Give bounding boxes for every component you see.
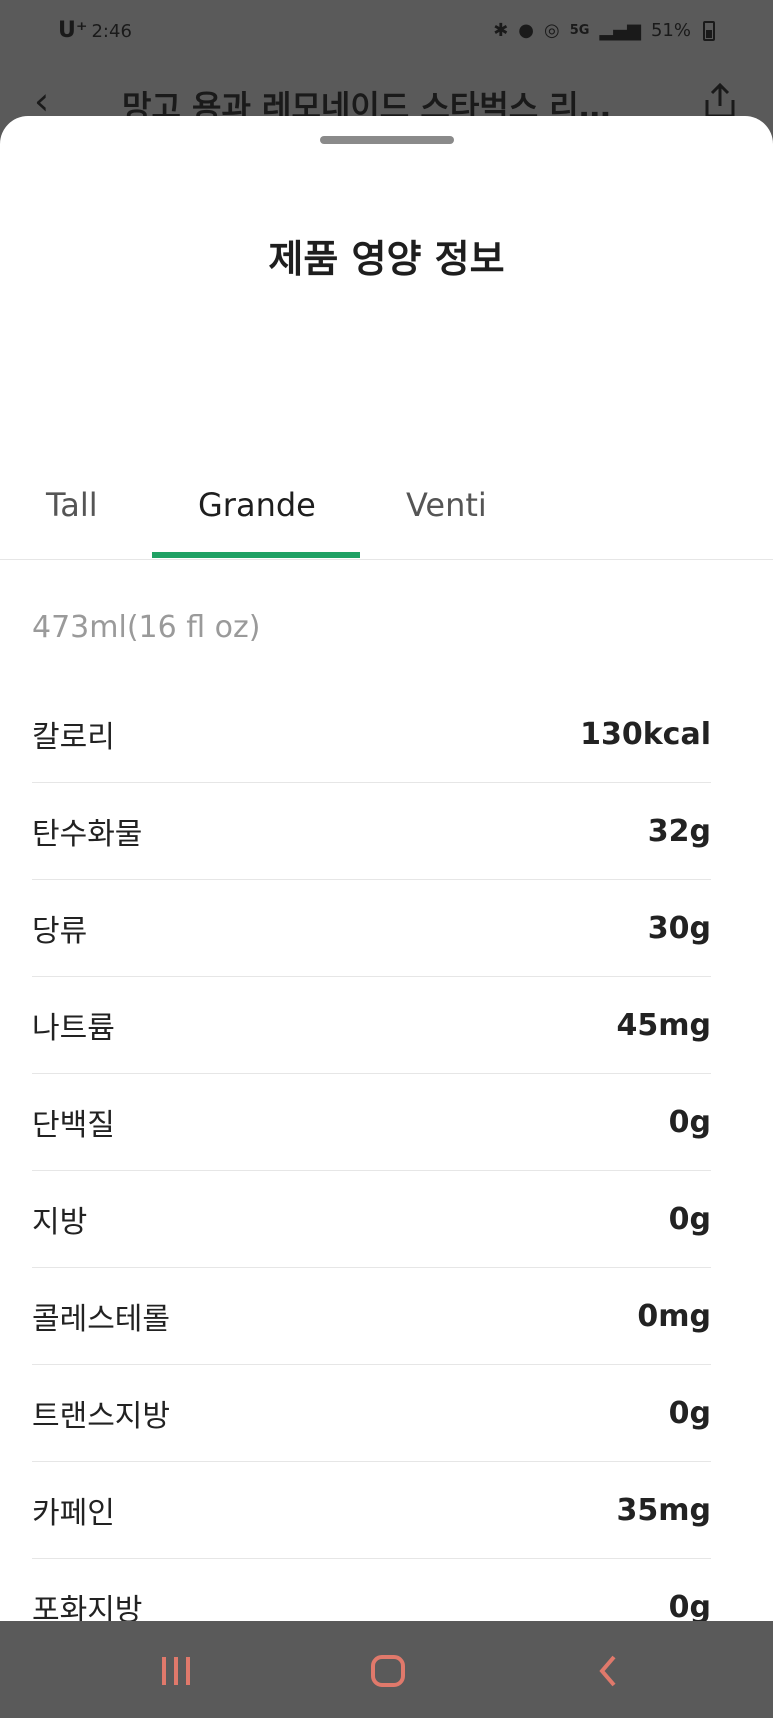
home-button[interactable] — [366, 1649, 410, 1693]
sheet-title: 제품 영양 정보 — [268, 237, 505, 281]
nutrient-label: 당류 — [32, 914, 88, 949]
serving-size: 473ml(16 fl oz) — [32, 610, 261, 645]
system-nav-bar — [0, 1621, 773, 1718]
nutrition-row-calories: 칼로리 130kcal — [32, 686, 711, 783]
location-icon: ● — [518, 20, 535, 41]
recent-apps-button[interactable] — [154, 1649, 198, 1693]
nutrition-row-trans-fat: 트랜스지방 0g — [32, 1365, 711, 1462]
nutrition-row-carbohydrate: 탄수화물 32g — [32, 783, 711, 880]
back-button[interactable] — [586, 1649, 630, 1693]
bluetooth-icon: ✱ — [493, 20, 509, 41]
battery-icon — [703, 20, 715, 41]
recent-apps-icon — [162, 1657, 190, 1685]
signal-icon: ▂▄▆ — [599, 20, 641, 41]
nutrient-value: 0g — [668, 1589, 711, 1625]
nutrition-row-sodium: 나트륨 45mg — [32, 977, 711, 1074]
nutrient-label: 콜레스테롤 — [32, 1302, 170, 1337]
nutrient-value: 32g — [647, 813, 711, 849]
nutrient-value: 45mg — [616, 1007, 711, 1043]
nutrient-value: 30g — [647, 910, 711, 946]
nutrient-value: 0mg — [637, 1298, 711, 1334]
nutrient-value: 0g — [668, 1395, 711, 1431]
nutrient-label: 지방 — [32, 1205, 88, 1240]
chevron-left-icon[interactable]: ‹ — [34, 82, 49, 120]
nutrient-label: 탄수화물 — [32, 817, 143, 852]
nutrition-row-sugar: 당류 30g — [32, 880, 711, 977]
tab-tall[interactable]: Tall — [46, 486, 98, 524]
nutrition-row-protein: 단백질 0g — [32, 1074, 711, 1171]
tab-grande[interactable]: Grande — [198, 486, 316, 524]
nutrient-label: 칼로리 — [32, 720, 115, 755]
nutrition-row-caffeine: 카페인 35mg — [32, 1462, 711, 1559]
network-5g-icon: 5G — [569, 23, 590, 38]
screen: U⁺ 2:46 ✱ ● ◎ 5G ▂▄▆ 51% ‹ 망고 용과 레모네이드 스타… — [0, 0, 773, 1718]
drag-handle[interactable] — [320, 136, 454, 144]
hotspot-icon: ◎ — [544, 20, 560, 41]
nutrient-label: 나트륨 — [32, 1011, 115, 1046]
nutrition-row-cholesterol: 콜레스테롤 0mg — [32, 1268, 711, 1365]
status-icons: ✱ ● ◎ 5G ▂▄▆ 51% — [493, 20, 715, 41]
home-icon — [371, 1655, 405, 1687]
status-bar: U⁺ 2:46 ✱ ● ◎ 5G ▂▄▆ 51% — [0, 0, 773, 64]
nutrition-list: 칼로리 130kcal 탄수화물 32g 당류 30g 나트륨 45mg 단백질… — [32, 686, 711, 1656]
nutrient-value: 0g — [668, 1104, 711, 1140]
back-icon — [599, 1655, 616, 1687]
size-tabs: Tall Grande Venti — [0, 466, 773, 560]
nutrient-value: 0g — [668, 1201, 711, 1237]
nutrient-value: 35mg — [616, 1492, 711, 1528]
nutrition-bottom-sheet: 제품 영양 정보 Tall Grande Venti 473ml(16 fl o… — [0, 116, 773, 1656]
active-tab-indicator — [152, 552, 360, 558]
clock: 2:46 — [91, 21, 132, 42]
nutrition-row-fat: 지방 0g — [32, 1171, 711, 1268]
tab-venti[interactable]: Venti — [406, 486, 487, 524]
nutrient-label: 카페인 — [32, 1496, 115, 1531]
nutrient-label: 트랜스지방 — [32, 1399, 170, 1434]
carrier-time: U⁺ 2:46 — [58, 18, 132, 43]
nutrient-label: 단백질 — [32, 1108, 115, 1143]
battery-percent: 51% — [650, 20, 691, 41]
carrier-label: U⁺ — [58, 18, 88, 43]
nutrient-value: 130kcal — [580, 716, 711, 752]
